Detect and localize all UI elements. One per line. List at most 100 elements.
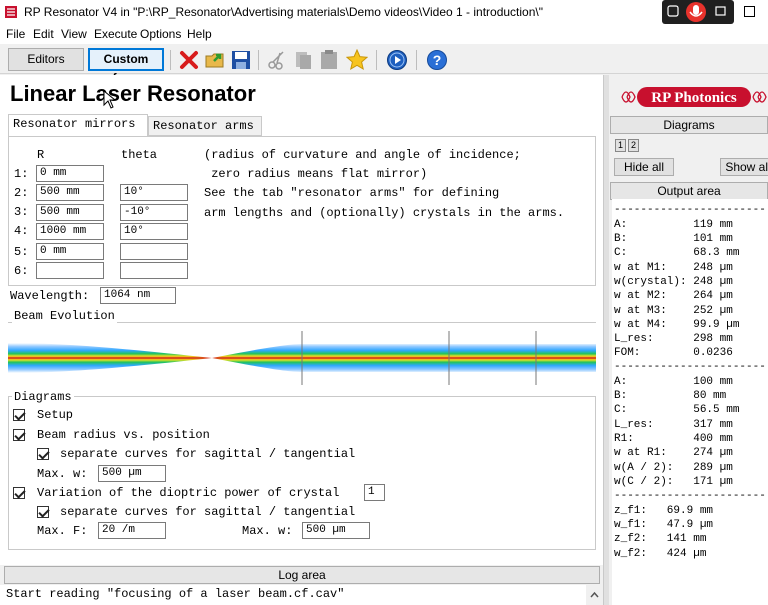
note-line: arm lengths and (optionally) crystals in… xyxy=(204,206,565,220)
separate-curves-2-checkbox[interactable] xyxy=(37,506,49,518)
mirror-5-theta-field[interactable] xyxy=(120,243,188,260)
dioptric-checkbox[interactable] xyxy=(13,487,25,499)
output-line: ----------------------- xyxy=(614,204,766,216)
editors-button[interactable]: Editors xyxy=(8,48,84,71)
mirror-index: 1: xyxy=(14,167,29,181)
output-line: C: 68.3 mm xyxy=(614,247,740,259)
note-line: (radius of curvature and angle of incide… xyxy=(204,148,521,162)
log-area-header: Log area xyxy=(4,566,600,584)
open-folder-icon[interactable] xyxy=(204,49,226,71)
mirror-5-r-field[interactable]: 0 mm xyxy=(36,243,104,260)
diagram-tab-1[interactable]: 1 xyxy=(615,139,626,152)
menu-file[interactable]: File xyxy=(6,27,25,41)
show-all-button[interactable]: Show all xyxy=(720,158,768,176)
main-panel: Linear Laser Resonator Resonator mirrors… xyxy=(0,75,603,565)
max-w-field-2[interactable]: 500 µm xyxy=(302,522,370,539)
close-red-x-icon[interactable] xyxy=(178,49,200,71)
menu-bar: File Edit View Execute Options Help xyxy=(0,24,768,44)
copy-icon[interactable] xyxy=(292,49,314,71)
beam-evolution-label: Beam Evolution xyxy=(12,309,117,323)
mirror-index: 6: xyxy=(14,264,29,278)
output-line: w at M4: 99.9 µm xyxy=(614,319,740,331)
mirror-6-r-field[interactable] xyxy=(36,262,104,279)
mirror-3-theta-field[interactable]: -10° xyxy=(120,204,188,221)
output-line: R1: 400 mm xyxy=(614,433,733,445)
output-line: w_f2: 424 µm xyxy=(614,548,707,560)
mirror-index: 2: xyxy=(14,186,29,200)
svg-text:?: ? xyxy=(433,52,442,68)
output-line: B: 80 mm xyxy=(614,390,727,402)
mirror-4-r-field[interactable]: 1000 mm xyxy=(36,223,104,240)
note-line: See the tab "resonator arms" for definin… xyxy=(204,186,500,200)
mirror-2-theta-field[interactable]: 10° xyxy=(120,184,188,201)
max-w-label: Max. w: xyxy=(242,524,293,538)
setup-checkbox[interactable] xyxy=(13,409,25,421)
output-area-header: Output area xyxy=(610,182,768,200)
menu-options[interactable]: Options xyxy=(140,27,181,41)
maximize-icon[interactable] xyxy=(744,6,755,17)
output-line: w(C / 2): 171 µm xyxy=(614,476,733,488)
tab-resonator-arms[interactable]: Resonator arms xyxy=(148,116,262,136)
window-title: RP Resonator V4 in "P:\RP_Resonator\Adve… xyxy=(24,5,543,19)
hide-all-button[interactable]: Hide all xyxy=(614,158,674,176)
star-icon[interactable] xyxy=(346,49,368,71)
mirror-index: 4: xyxy=(14,224,29,238)
recorder-widget[interactable] xyxy=(662,0,734,24)
toolbar-separator xyxy=(416,50,417,70)
output-line: w at R1: 274 µm xyxy=(614,447,733,459)
output-line: B: 101 mm xyxy=(614,233,733,245)
mirror-2-r-field[interactable]: 500 mm xyxy=(36,184,104,201)
max-f-field[interactable]: 20 /m xyxy=(98,522,166,539)
custom-form-button[interactable]: Custom form xyxy=(88,48,164,85)
toolbar: Editors Custom form ? xyxy=(0,44,768,85)
setup-label: Setup xyxy=(37,408,74,422)
beam-evolution-group xyxy=(8,322,596,385)
separate-curves-1-checkbox[interactable] xyxy=(37,448,49,460)
output-line: L_res: 298 mm xyxy=(614,333,733,345)
menu-view[interactable]: View xyxy=(61,27,87,41)
diagram-tab-2[interactable]: 2 xyxy=(628,139,639,152)
beam-evolution-plot xyxy=(8,331,596,385)
svg-text:RP Photonics: RP Photonics xyxy=(651,90,737,106)
output-line: z_f1: 69.9 mm xyxy=(614,505,714,517)
scroll-up-icon[interactable] xyxy=(586,585,603,605)
mirror-6-theta-field[interactable] xyxy=(120,262,188,279)
title-bar: RP Resonator V4 in "P:\RP_Resonator\Adve… xyxy=(0,0,768,24)
beam-radius-checkbox[interactable] xyxy=(13,429,25,441)
output-line: w at M3: 252 µm xyxy=(614,305,733,317)
run-icon[interactable] xyxy=(386,49,408,71)
crystal-index-field[interactable]: 1 xyxy=(364,484,385,501)
max-w-label: Max. w: xyxy=(37,467,88,481)
output-line: L_res: 317 mm xyxy=(614,419,733,431)
scissors-icon[interactable] xyxy=(266,49,288,71)
menu-edit[interactable]: Edit xyxy=(33,27,54,41)
save-icon[interactable] xyxy=(230,49,252,71)
menu-execute[interactable]: Execute xyxy=(94,27,137,41)
output-line: w at M1: 248 µm xyxy=(614,262,733,274)
output-line: A: 100 mm xyxy=(614,376,733,388)
toolbar-separator xyxy=(376,50,377,70)
menu-help[interactable]: Help xyxy=(187,27,212,41)
separate-curves-1-label: separate curves for sagittal / tangentia… xyxy=(60,447,356,461)
wavelength-label: Wavelength: xyxy=(10,289,90,303)
note-line: zero radius means flat mirror) xyxy=(204,167,428,181)
column-header-r: R xyxy=(37,148,45,162)
tab-resonator-mirrors[interactable]: Resonator mirrors xyxy=(8,114,148,137)
max-w-field-1[interactable]: 500 µm xyxy=(98,465,166,482)
rp-photonics-logo: RP Photonics xyxy=(621,87,767,107)
log-line: Start reading "focusing of a laser beam.… xyxy=(6,587,345,601)
log-area[interactable]: Start reading "focusing of a laser beam.… xyxy=(0,585,603,605)
paste-icon[interactable] xyxy=(318,49,340,71)
help-icon[interactable]: ? xyxy=(426,49,448,71)
toolbar-separator xyxy=(258,50,259,70)
diagrams-label: Diagrams xyxy=(12,390,74,404)
mirror-1-r-field[interactable]: 0 mm xyxy=(36,165,104,182)
wavelength-field[interactable]: 1064 nm xyxy=(100,287,176,304)
app-icon xyxy=(5,6,17,18)
output-line: FOM: 0.0236 xyxy=(614,347,733,359)
output-line: ----------------------- xyxy=(614,361,766,373)
page-title: Linear Laser Resonator xyxy=(10,81,256,106)
mirror-3-r-field[interactable]: 500 mm xyxy=(36,204,104,221)
mirror-4-theta-field[interactable]: 10° xyxy=(120,223,188,240)
output-line: z_f2: 141 mm xyxy=(614,533,707,545)
